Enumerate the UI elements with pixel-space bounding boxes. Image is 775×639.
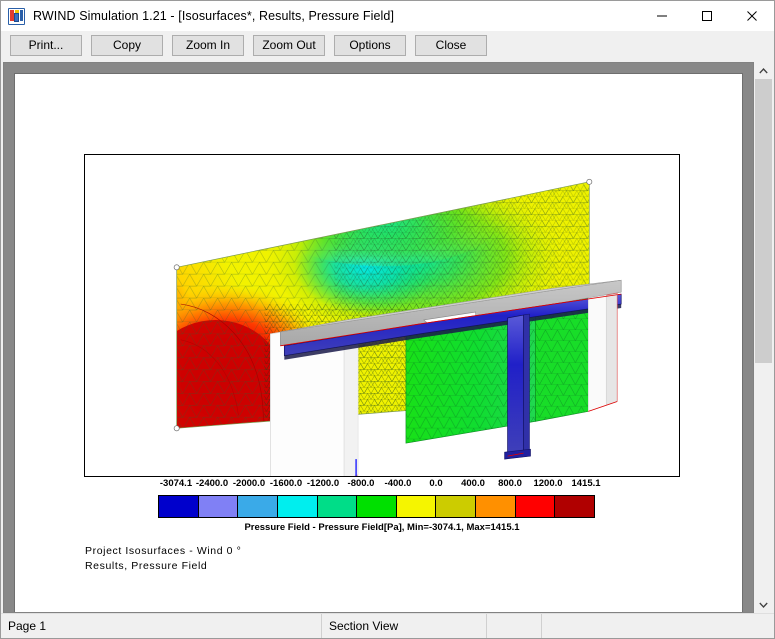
legend-caption: Pressure Field - Pressure Field[Pa], Min… <box>244 522 520 533</box>
vertical-scrollbar[interactable] <box>754 62 772 613</box>
legend-swatch-4 <box>316 495 358 518</box>
legend-swatch-9 <box>514 495 556 518</box>
legend-tick-4: -1200.0 <box>306 478 340 489</box>
status-cell-4 <box>541 614 774 638</box>
legend-tick-0: -3074.1 <box>159 478 193 489</box>
report-caption-line-2: Results, Pressure Field <box>85 560 208 572</box>
legend-swatch-3 <box>276 495 318 518</box>
status-cell-3 <box>486 614 541 638</box>
options-button[interactable]: Options <box>334 34 406 56</box>
legend-tick-2: -2000.0 <box>232 478 266 489</box>
legend-tick-3: -1600.0 <box>269 478 303 489</box>
report-page: -3074.1 -2400.0 -2000.0 -1600.0 -1200.0 … <box>14 73 743 612</box>
zoom-in-button[interactable]: Zoom In <box>172 34 244 56</box>
legend-swatch-5 <box>356 495 397 518</box>
close-button[interactable]: Close <box>415 34 487 56</box>
pressure-field-viewport[interactable] <box>85 155 679 476</box>
toolbar: Print... Copy Zoom In Zoom Out Options C… <box>1 31 774 60</box>
status-bar: Page 1 Section View <box>1 613 774 638</box>
maximize-icon[interactable] <box>684 1 729 31</box>
legend-swatch-6 <box>395 495 437 518</box>
legend-tick-labels: -3074.1 -2400.0 -2000.0 -1600.0 -1200.0 … <box>84 478 680 491</box>
legend-tick-1: -2400.0 <box>195 478 229 489</box>
report-caption-block: Project Isosurfaces - Wind 0 ° Results, … <box>85 544 241 574</box>
scrollbar-track[interactable] <box>755 79 772 596</box>
minimize-icon[interactable] <box>639 1 684 31</box>
window-title: RWIND Simulation 1.21 - [Isosurfaces*, R… <box>33 9 395 23</box>
legend-swatch-8 <box>475 495 516 518</box>
window-controls <box>639 1 774 31</box>
print-preview-pane: -3074.1 -2400.0 -2000.0 -1600.0 -1200.0 … <box>3 62 754 613</box>
zoom-out-button[interactable]: Zoom Out <box>253 34 325 56</box>
content-area: -3074.1 -2400.0 -2000.0 -1600.0 -1200.0 … <box>1 60 774 613</box>
scroll-up-icon[interactable] <box>755 62 772 79</box>
copy-button[interactable]: Copy <box>91 34 163 56</box>
status-view-mode: Section View <box>321 614 486 638</box>
pressure-color-legend: -3074.1 -2400.0 -2000.0 -1600.0 -1200.0 … <box>84 478 680 533</box>
legend-tick-10: 1200.0 <box>533 478 563 489</box>
legend-swatch-0 <box>158 495 199 518</box>
legend-tick-6: -400.0 <box>384 478 412 489</box>
legend-swatch-1 <box>197 495 239 518</box>
scroll-down-icon[interactable] <box>755 596 772 613</box>
report-caption-line-1: Project Isosurfaces - Wind 0 ° <box>85 545 242 557</box>
application-window: RWIND Simulation 1.21 - [Isosurfaces*, R… <box>0 0 775 639</box>
scene-frame <box>84 154 680 477</box>
close-icon[interactable] <box>729 1 774 31</box>
title-bar: RWIND Simulation 1.21 - [Isosurfaces*, R… <box>1 1 774 31</box>
rwind-app-icon <box>8 7 25 25</box>
legend-tick-8: 400.0 <box>461 478 485 489</box>
legend-tick-9: 800.0 <box>498 478 522 489</box>
legend-swatch-7 <box>435 495 477 518</box>
legend-tick-11: 1415.1 <box>571 478 601 489</box>
legend-swatch-2 <box>237 495 278 518</box>
status-page: Page 1 <box>8 619 47 633</box>
scrollbar-thumb[interactable] <box>755 79 772 364</box>
print-button[interactable]: Print... <box>10 34 82 56</box>
legend-color-bar <box>158 495 596 518</box>
legend-tick-5: -800.0 <box>347 478 375 489</box>
legend-swatch-10 <box>554 495 596 518</box>
legend-tick-7: 0.0 <box>429 478 443 489</box>
